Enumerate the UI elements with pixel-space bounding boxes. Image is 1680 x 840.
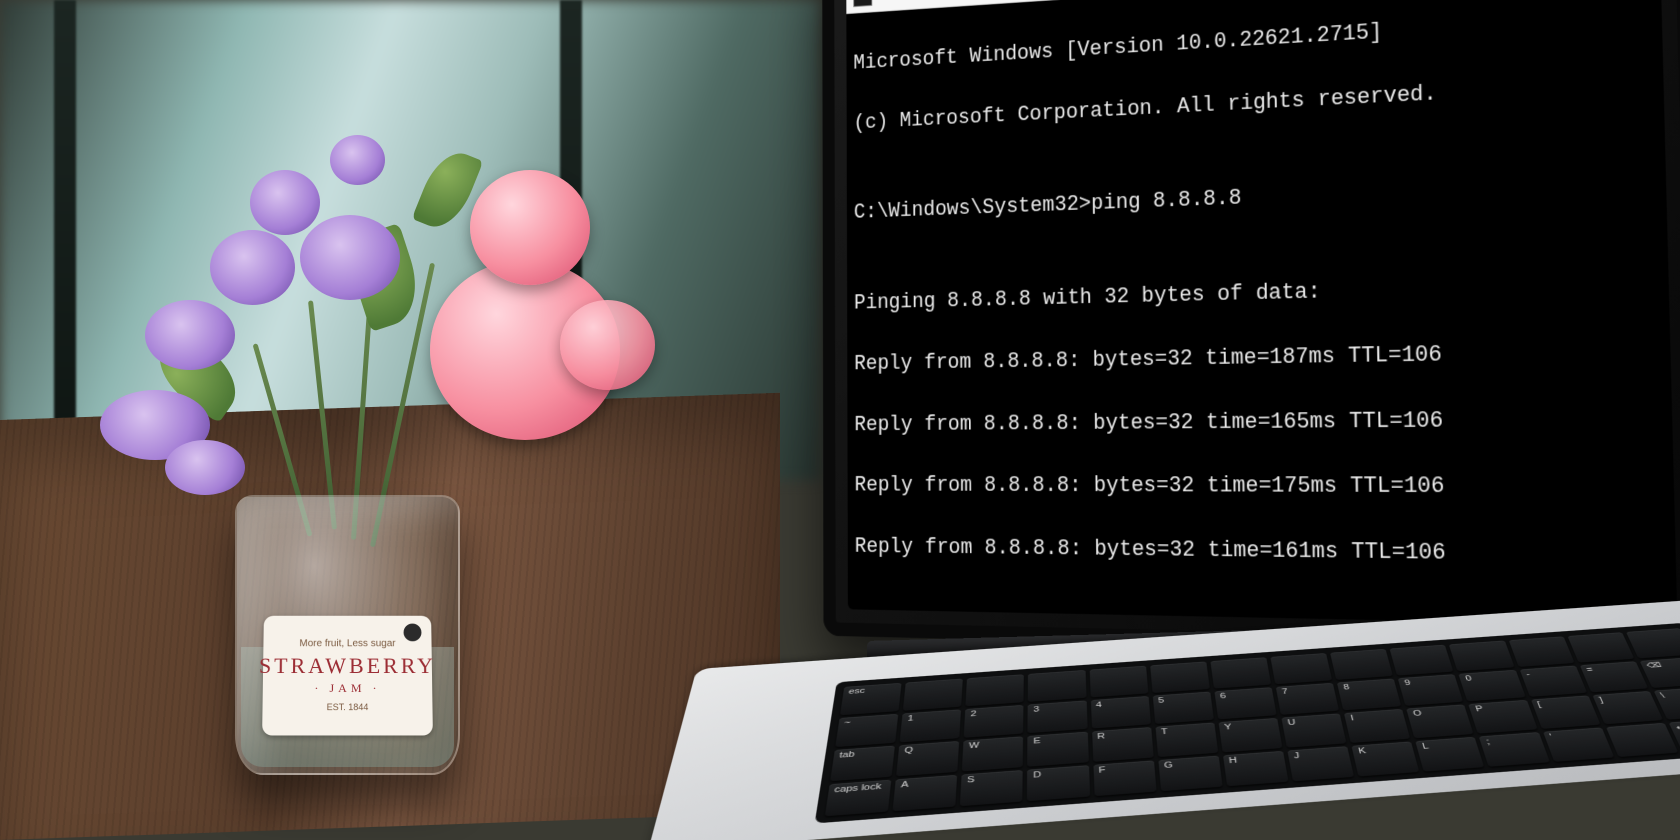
terminal-line: Reply from 8.8.8.8: bytes=32 time=161ms …: [855, 532, 1668, 573]
terminal-line: Reply from 8.8.8.8: bytes=32 time=187ms …: [854, 335, 1662, 380]
keyboard-key[interactable]: 3: [1028, 700, 1087, 733]
keyboard-key[interactable]: K: [1352, 741, 1420, 776]
keyboard-key[interactable]: [1449, 641, 1514, 671]
keyboard-key[interactable]: U: [1281, 713, 1346, 747]
window-frame-left: [54, 0, 76, 470]
keyboard-key[interactable]: [1508, 636, 1574, 666]
purple-statice: [330, 135, 385, 185]
keyboard-key[interactable]: [1567, 632, 1634, 662]
keyboard-key[interactable]: Y: [1218, 718, 1282, 752]
keyboard-key[interactable]: 5: [1152, 691, 1213, 724]
keyboard-key[interactable]: ]: [1592, 691, 1663, 724]
keyboard-key[interactable]: G: [1158, 755, 1223, 791]
terminal-line: (c) Microsoft Corporation. All rights re…: [854, 66, 1656, 138]
pink-carnation: [470, 170, 590, 285]
keyboard-key[interactable]: F: [1093, 760, 1156, 796]
keyboard-key[interactable]: [1150, 662, 1210, 693]
keyboard-key[interactable]: W: [962, 736, 1023, 771]
terminal-blank: [854, 233, 1659, 258]
keyboard-key[interactable]: [1330, 649, 1393, 680]
keyboard-key[interactable]: [1028, 670, 1086, 702]
keyboard-key[interactable]: [1270, 653, 1332, 684]
terminal-line: Reply from 8.8.8.8: bytes=32 time=175ms …: [855, 471, 1666, 505]
laptop: Administrator: Command Prompt Microsoft …: [647, 0, 1680, 840]
keyboard-key[interactable]: [: [1531, 695, 1601, 728]
laptop-screen-bezel: Administrator: Command Prompt Microsoft …: [822, 0, 1680, 657]
terminal-line: C:\Windows\System32>ping 8.8.8.8: [854, 166, 1658, 228]
keyboard-key[interactable]: E: [1028, 732, 1089, 767]
purple-statice: [145, 300, 235, 370]
purple-statice: [210, 230, 295, 305]
keyboard-key[interactable]: [1606, 723, 1679, 758]
keyboard-key[interactable]: esc: [840, 683, 902, 715]
keyboard-key[interactable]: ': [1542, 727, 1614, 762]
scene-root: More fruit, Less sugar STRAWBERRY · JAM …: [0, 0, 1680, 840]
jar-label: More fruit, Less sugar STRAWBERRY · JAM …: [262, 616, 433, 736]
keyboard-key[interactable]: [1390, 645, 1454, 676]
terminal-output[interactable]: Microsoft Windows [Version 10.0.22621.27…: [846, 0, 1677, 626]
pink-carnation: [560, 300, 655, 390]
cmd-icon: [853, 0, 872, 7]
keyboard-key[interactable]: A: [893, 775, 958, 812]
command-prompt-window[interactable]: Administrator: Command Prompt Microsoft …: [846, 0, 1677, 626]
keyboard-key[interactable]: Q: [896, 741, 959, 776]
jar-tagline: More fruit, Less sugar: [299, 638, 395, 649]
label-badge-icon: [403, 624, 421, 642]
keyboard-key[interactable]: -: [1519, 665, 1587, 697]
terminal-line: Microsoft Windows [Version 10.0.22621.27…: [853, 0, 1653, 79]
keyboard-key[interactable]: ;: [1479, 732, 1549, 767]
keyboard-key[interactable]: P: [1469, 700, 1537, 733]
terminal-line: Pinging 8.8.8.8 with 32 bytes of data:: [854, 267, 1660, 319]
keyboard-key[interactable]: [966, 674, 1025, 706]
keyboard-key[interactable]: 0: [1459, 670, 1526, 702]
keyboard-key[interactable]: J: [1287, 746, 1354, 782]
keyboard-key[interactable]: tab: [830, 746, 895, 781]
keyboard-key[interactable]: [1210, 657, 1271, 688]
terminal-blank: [855, 593, 1668, 607]
jar-brand: STRAWBERRY: [259, 653, 436, 679]
keyboard-key[interactable]: [1089, 666, 1148, 697]
jar-est-year: EST. 1844: [327, 702, 369, 712]
keyboard[interactable]: esc~1234567890-=⌫tabQWERTYUIOP[]\caps lo…: [815, 623, 1680, 824]
terminal-blank: [854, 133, 1656, 169]
keyboard-key[interactable]: O: [1406, 704, 1473, 738]
keyboard-key[interactable]: =: [1579, 661, 1648, 692]
keyboard-key[interactable]: 9: [1398, 674, 1464, 706]
keyboard-key[interactable]: caps lock: [825, 779, 892, 816]
terminal-line: Reply from 8.8.8.8: bytes=32 time=165ms …: [854, 402, 1664, 440]
purple-statice: [250, 170, 320, 235]
keyboard-key[interactable]: R: [1092, 727, 1154, 761]
keyboard-key[interactable]: I: [1344, 709, 1410, 743]
jar-product: · JAM ·: [314, 681, 380, 696]
keyboard-key[interactable]: D: [1027, 765, 1089, 801]
glass-jar: More fruit, Less sugar STRAWBERRY · JAM …: [235, 495, 460, 775]
keyboard-key[interactable]: S: [960, 770, 1023, 807]
keyboard-key[interactable]: T: [1155, 723, 1218, 757]
keyboard-key[interactable]: [1626, 628, 1680, 658]
purple-statice: [165, 440, 245, 495]
keyboard-key[interactable]: 7: [1276, 683, 1340, 715]
keyboard-key[interactable]: ~: [835, 714, 898, 748]
keyboard-key[interactable]: 6: [1214, 687, 1276, 720]
keyboard-key[interactable]: 2: [964, 705, 1024, 738]
keyboard-key[interactable]: 1: [900, 709, 962, 742]
keyboard-key[interactable]: 4: [1090, 696, 1150, 729]
keyboard-key[interactable]: H: [1223, 751, 1289, 787]
purple-statice: [300, 215, 400, 300]
keyboard-key[interactable]: [903, 679, 963, 711]
keyboard-key[interactable]: L: [1415, 736, 1484, 771]
laptop-screen: Administrator: Command Prompt Microsoft …: [846, 0, 1677, 626]
keyboard-key[interactable]: 8: [1337, 678, 1402, 710]
